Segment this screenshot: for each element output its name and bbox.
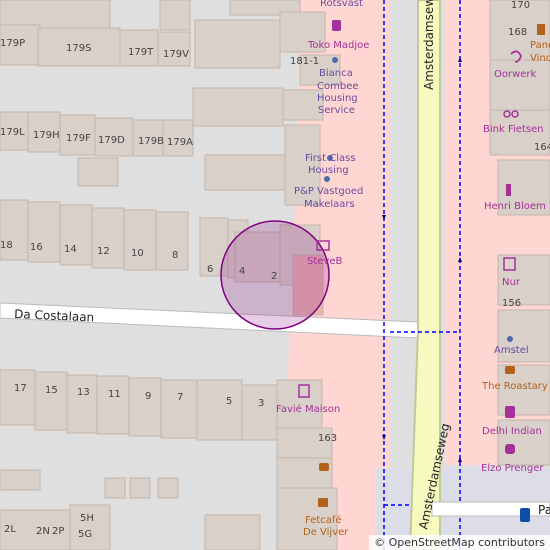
street-label-amsterdamseweg-top: Amsterdamseweg — [422, 0, 436, 90]
poi-label: The Roastary — [481, 381, 548, 392]
shop-icon — [505, 406, 515, 418]
poi-label: De Vijver — [303, 527, 349, 538]
poi-label: Fetcafé — [305, 514, 342, 526]
poi-label: Bink Fietsen — [483, 124, 544, 135]
house-number: 6 — [207, 264, 213, 275]
house-number: 5 — [226, 396, 232, 407]
poi-label: Makelaars — [304, 199, 355, 210]
fastfood-icon — [505, 366, 515, 374]
poi-label: Delhi Indian — [482, 426, 542, 437]
house-number: 17 — [14, 383, 27, 394]
restaurant-icon — [505, 444, 515, 454]
house-number: 163 — [318, 433, 337, 444]
house-number: 5H — [80, 513, 94, 524]
poi-label: Housing — [317, 93, 358, 104]
house-number: 18 — [0, 240, 13, 251]
house-number: 5G — [78, 529, 92, 540]
house-number: 13 — [77, 387, 90, 398]
office-dot-icon — [332, 57, 338, 63]
poi-label: Combee — [317, 81, 359, 92]
house-number: 179V — [163, 49, 189, 60]
pa-street[interactable] — [431, 501, 550, 517]
house-number: 11 — [108, 389, 121, 400]
house-number: 10 — [131, 248, 144, 259]
house-number: 179A — [167, 137, 193, 148]
house-number: 156 — [502, 298, 521, 309]
house-number: 179B — [138, 136, 164, 147]
poi-label: Henri Bloem — [484, 201, 546, 212]
house-number: 181-1 — [290, 56, 319, 67]
attribution[interactable]: © OpenStreetMap contributors — [369, 535, 550, 550]
house-number: 7 — [177, 392, 183, 403]
house-number: 12 — [97, 246, 110, 257]
house-number: 179F — [66, 133, 91, 144]
house-number: 2L — [4, 524, 16, 535]
office-dot-icon — [324, 176, 330, 182]
cafe-icon — [318, 498, 328, 507]
poi-label: SteveB — [307, 256, 342, 267]
house-number: 15 — [45, 385, 58, 396]
poi-label: Service — [318, 105, 355, 116]
map-canvas[interactable]: Da Costalaan Amsterdamseweg Amsterdamsew… — [0, 0, 550, 550]
house-number: 4 — [239, 266, 245, 277]
street-label-pa: Pa — [538, 503, 550, 517]
house-number: 8 — [172, 250, 178, 261]
poi-label: Elzo Prenger — [481, 463, 544, 474]
street-label-da-costalaan: Da Costalaan — [14, 307, 95, 324]
restaurant-icon — [537, 24, 545, 35]
poi-label: Toko Madjoe — [307, 40, 369, 51]
house-number: 170 — [511, 0, 530, 11]
poi-label: Favié Maison — [276, 403, 340, 415]
house-number: 2N — [36, 526, 50, 537]
house-number: 14 — [64, 244, 77, 255]
poi-label: First Class — [305, 153, 356, 164]
house-number: 3 — [258, 398, 264, 409]
poi-label: Pane — [530, 40, 550, 51]
shop-icon — [332, 20, 341, 31]
house-number: 179L — [0, 127, 25, 138]
poi-label: Vino — [530, 53, 550, 64]
poi-label: Rotsvast — [320, 0, 363, 9]
poi-label: P&P Vastgoed — [294, 186, 363, 197]
house-number: 179S — [66, 43, 91, 54]
house-number: 9 — [145, 391, 151, 402]
bottle-icon — [506, 184, 511, 196]
house-number: 168 — [508, 27, 527, 38]
house-number: 164 — [534, 142, 550, 153]
poi-label: Nur — [502, 277, 521, 288]
office-dot-icon — [507, 336, 513, 342]
house-number: 179H — [33, 130, 60, 141]
house-number: 2P — [52, 526, 64, 537]
poi-label: Housing — [308, 165, 349, 176]
house-number: 179P — [0, 38, 25, 49]
poi-label: Amstel — [494, 345, 529, 356]
fastfood-icon — [319, 463, 329, 471]
house-number: 2 — [271, 271, 277, 282]
map-svg: Da Costalaan Amsterdamseweg Amsterdamsew… — [0, 0, 550, 550]
house-number: 179D — [98, 135, 125, 146]
parking-icon — [520, 508, 530, 522]
house-number: 16 — [30, 242, 43, 253]
house-number: 179T — [128, 47, 154, 58]
poi-label: Oorwerk — [494, 69, 537, 80]
poi-label: Bianca — [319, 68, 353, 79]
